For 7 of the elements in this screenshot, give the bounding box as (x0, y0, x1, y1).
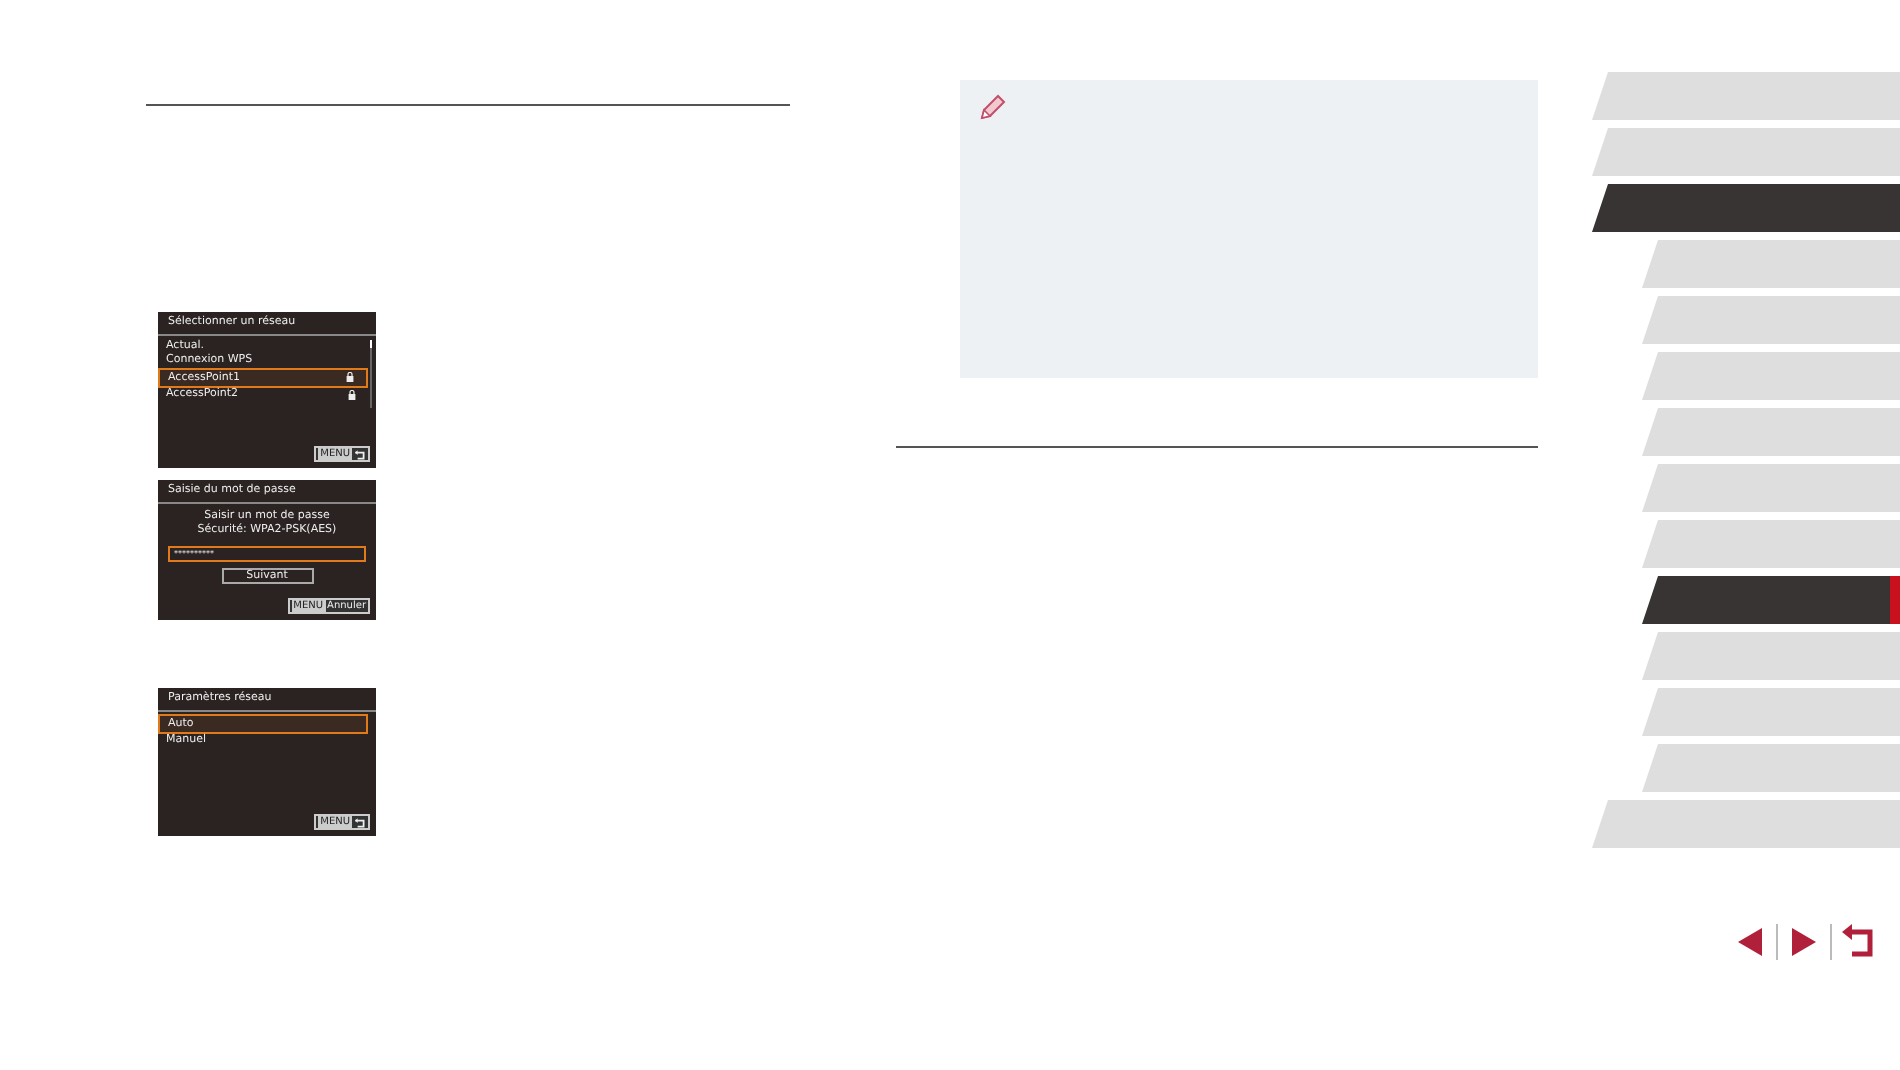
chapter-tab[interactable] (1592, 184, 1900, 232)
return-icon (354, 449, 366, 459)
pencil-icon (976, 92, 1008, 124)
chapter-tab[interactable] (1642, 576, 1900, 624)
scrollbar (369, 340, 372, 408)
return-icon (354, 817, 366, 827)
return-icon[interactable] (1840, 924, 1876, 960)
